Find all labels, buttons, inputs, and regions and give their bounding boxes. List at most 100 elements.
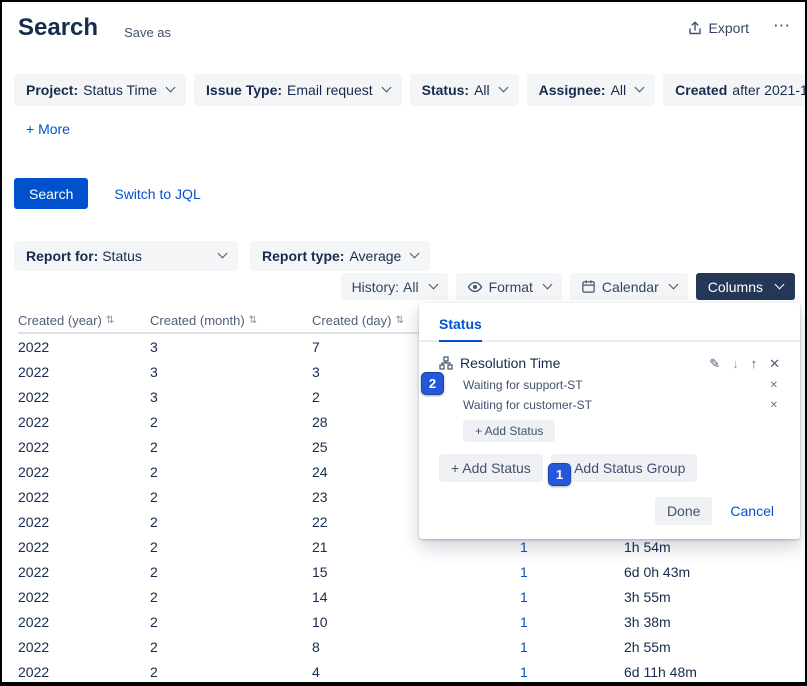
inner-add-status-wrap: + Add Status bbox=[419, 415, 800, 442]
calendar-label: Calendar bbox=[602, 279, 659, 295]
cell-created-year: 2022 bbox=[18, 514, 150, 530]
move-up-icon[interactable]: ↑ bbox=[751, 357, 758, 370]
report-type-value: Average bbox=[349, 248, 401, 264]
save-as-button[interactable]: Save as bbox=[124, 25, 171, 40]
filter-chip[interactable]: Status: All bbox=[410, 74, 519, 106]
cell-created-month: 2 bbox=[150, 514, 312, 530]
remove-status-icon[interactable]: ✕ bbox=[770, 400, 778, 411]
cell-created-month: 3 bbox=[150, 389, 312, 405]
sort-icon[interactable]: ⇅ bbox=[106, 315, 114, 326]
cell-issue-count-link[interactable]: 1 bbox=[520, 664, 624, 680]
cell-created-day: 15 bbox=[312, 564, 520, 580]
chevron-down-icon bbox=[410, 249, 420, 259]
move-down-icon[interactable]: ↓ bbox=[732, 357, 739, 370]
format-dropdown[interactable]: Format bbox=[456, 273, 562, 300]
filter-chip[interactable]: Created after 2021-12-07 bbox=[663, 74, 807, 106]
chevron-down-icon bbox=[166, 83, 176, 93]
status-item: Waiting for customer-ST ✕ bbox=[419, 395, 800, 415]
export-button[interactable]: Export bbox=[687, 20, 749, 36]
filter-chip[interactable]: Project: Status Time bbox=[14, 74, 186, 106]
remove-status-icon[interactable]: ✕ bbox=[770, 380, 778, 391]
tab-status[interactable]: Status bbox=[439, 316, 482, 342]
table-header-cell[interactable]: Created (month) ⇅ bbox=[150, 313, 312, 328]
cell-created-year: 2022 bbox=[18, 539, 150, 555]
filter-chip[interactable]: Issue Type: Email request bbox=[194, 74, 402, 106]
history-label: History: bbox=[352, 279, 399, 295]
table-header-cell[interactable]: Created (year) ⇅ bbox=[18, 313, 150, 328]
table-row: 2022 2 10 1 3h 38m bbox=[18, 609, 799, 634]
switch-to-jql-link[interactable]: Switch to JQL bbox=[114, 186, 200, 202]
report-type-label: Report type: bbox=[262, 248, 344, 264]
more-menu-button[interactable]: ⋯ bbox=[773, 17, 791, 40]
cell-issue-count-link[interactable]: 1 bbox=[520, 539, 624, 555]
annotation-badge-2: 2 bbox=[421, 372, 444, 395]
done-button[interactable]: Done bbox=[655, 497, 712, 525]
search-actions: Search Switch to JQL bbox=[14, 178, 201, 209]
edit-group-icon[interactable]: ✎ bbox=[709, 357, 720, 370]
cell-issue-count-link[interactable]: 1 bbox=[520, 589, 624, 605]
eye-icon bbox=[467, 279, 483, 295]
sort-icon[interactable]: ⇅ bbox=[395, 315, 403, 326]
cell-created-year: 2022 bbox=[18, 639, 150, 655]
cell-created-month: 2 bbox=[150, 539, 312, 555]
cell-created-day: 21 bbox=[312, 539, 520, 555]
columns-label: Columns bbox=[708, 279, 763, 295]
filter-bar: Project: Status Time Issue Type: Email r… bbox=[14, 74, 807, 106]
annotation-badge-1: 1 bbox=[548, 463, 571, 486]
cell-duration: 1h 54m bbox=[624, 539, 799, 555]
filter-chip-label: Project: bbox=[26, 82, 78, 98]
filter-chip[interactable]: Assignee: All bbox=[527, 74, 655, 106]
sort-icon[interactable]: ⇅ bbox=[249, 315, 257, 326]
filter-chip-value: All bbox=[474, 82, 490, 98]
table-header-label: Created (month) bbox=[150, 313, 245, 328]
report-controls: Report for: Status Report type: Average bbox=[14, 241, 430, 271]
cancel-link[interactable]: Cancel bbox=[730, 503, 774, 519]
cell-created-year: 2022 bbox=[18, 339, 150, 355]
cell-created-year: 2022 bbox=[18, 614, 150, 630]
filter-chip-value: after 2021-12-07 bbox=[732, 82, 807, 98]
cell-created-day: 14 bbox=[312, 589, 520, 605]
cell-created-year: 2022 bbox=[18, 589, 150, 605]
history-dropdown[interactable]: History: All bbox=[341, 273, 448, 300]
more-filters-link[interactable]: + More bbox=[26, 121, 70, 137]
chevron-down-icon bbox=[381, 83, 391, 93]
filter-chip-value: Email request bbox=[287, 82, 373, 98]
add-status-button[interactable]: + Add Status bbox=[439, 454, 543, 482]
add-status-to-group-button[interactable]: + Add Status bbox=[463, 420, 555, 442]
cell-created-month: 2 bbox=[150, 489, 312, 505]
app-window: Search Save as Export ⋯ Project: Status … bbox=[0, 0, 807, 686]
filter-chip-label: Created bbox=[675, 82, 727, 98]
remove-group-icon[interactable]: ✕ bbox=[769, 357, 780, 370]
chevron-down-icon bbox=[218, 249, 228, 259]
more-icon: ⋯ bbox=[773, 16, 791, 35]
status-item-label: Waiting for support-ST bbox=[463, 378, 583, 392]
export-icon bbox=[687, 20, 703, 36]
cell-created-month: 2 bbox=[150, 564, 312, 580]
filter-chip-label: Status: bbox=[422, 82, 469, 98]
table-row: 2022 2 8 1 2h 55m bbox=[18, 634, 799, 659]
status-group-name: Resolution Time bbox=[460, 355, 560, 371]
table-header-label: Created (year) bbox=[18, 313, 102, 328]
calendar-icon bbox=[581, 279, 596, 294]
cell-created-month: 2 bbox=[150, 439, 312, 455]
cell-created-month: 2 bbox=[150, 614, 312, 630]
cell-duration: 6d 11h 48m bbox=[624, 664, 799, 680]
cell-created-year: 2022 bbox=[18, 664, 150, 680]
columns-button[interactable]: Columns bbox=[696, 273, 795, 300]
cell-issue-count-link[interactable]: 1 bbox=[520, 639, 624, 655]
popup-footer: Done Cancel bbox=[419, 482, 800, 525]
report-type-dropdown[interactable]: Report type: Average bbox=[250, 241, 430, 271]
add-status-group-button[interactable]: + Add Status Group bbox=[551, 454, 698, 482]
cell-created-month: 2 bbox=[150, 589, 312, 605]
report-for-value: Status bbox=[102, 248, 142, 264]
export-label: Export bbox=[709, 20, 749, 36]
report-for-dropdown[interactable]: Report for: Status bbox=[14, 241, 238, 271]
search-button[interactable]: Search bbox=[14, 178, 88, 209]
status-list: Waiting for support-ST ✕ Waiting for cus… bbox=[419, 375, 800, 415]
cell-issue-count-link[interactable]: 1 bbox=[520, 564, 624, 580]
cell-issue-count-link[interactable]: 1 bbox=[520, 614, 624, 630]
calendar-dropdown[interactable]: Calendar bbox=[570, 273, 688, 300]
cell-duration: 6d 0h 43m bbox=[624, 564, 799, 580]
chevron-down-icon bbox=[542, 279, 552, 289]
popup-tab-bar: Status bbox=[419, 303, 800, 342]
